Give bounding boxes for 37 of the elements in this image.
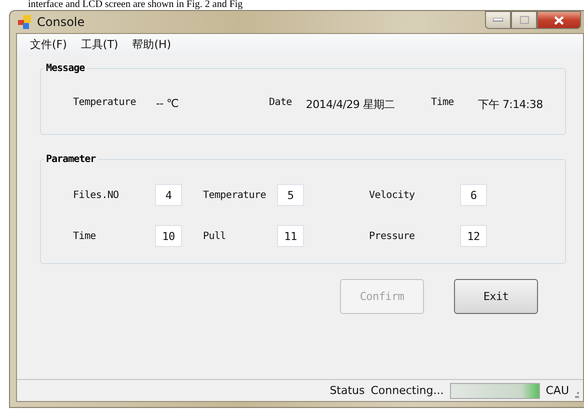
maximize-button[interactable] <box>511 11 537 29</box>
minimize-button[interactable] <box>485 11 511 29</box>
close-icon <box>554 16 564 24</box>
input-field[interactable]: 10 <box>155 225 182 247</box>
group-title: Parameter <box>45 154 97 165</box>
field-label: Time <box>73 230 97 242</box>
maximize-icon <box>520 16 528 24</box>
window-title: Console <box>37 15 85 29</box>
field-label: Temperature <box>73 97 136 110</box>
field-label: Files.NO <box>73 190 120 200</box>
status-text: CAU <box>546 384 569 397</box>
menu-item[interactable]: 帮助(H) <box>132 37 172 52</box>
menu-item[interactable]: 文件(F) <box>30 37 67 52</box>
field-value: 2014/4/29 星期二 <box>306 97 395 112</box>
input-field[interactable]: 4 <box>155 184 182 206</box>
action-button[interactable]: Exit <box>454 279 538 314</box>
app-icon <box>18 15 32 29</box>
resize-grip-icon <box>575 392 579 398</box>
field-label: Pull <box>203 230 227 242</box>
input-field[interactable]: 11 <box>277 225 304 247</box>
minimize-icon <box>493 18 503 22</box>
status-text: Connecting... <box>370 384 444 397</box>
field-label: Date <box>269 97 292 110</box>
input-field[interactable]: 6 <box>460 184 487 206</box>
field-label: Time <box>431 97 454 110</box>
field-label: Velocity <box>369 190 416 200</box>
input-field[interactable]: 12 <box>460 225 487 247</box>
status-label: Status <box>330 384 365 397</box>
group-title: Message <box>45 63 86 74</box>
field-value: 下午 7:14:38 <box>478 97 543 112</box>
menu-item[interactable]: 工具(T) <box>80 37 118 52</box>
caption-text: interface and LCD screen are shown in Fig. 2 and Fig <box>28 0 243 10</box>
input-field[interactable]: 5 <box>277 184 304 206</box>
close-button[interactable] <box>537 11 581 29</box>
field-value: -- ℃ <box>156 97 179 112</box>
field-label: Temperature <box>203 190 267 200</box>
field-label: Pressure <box>369 230 416 242</box>
